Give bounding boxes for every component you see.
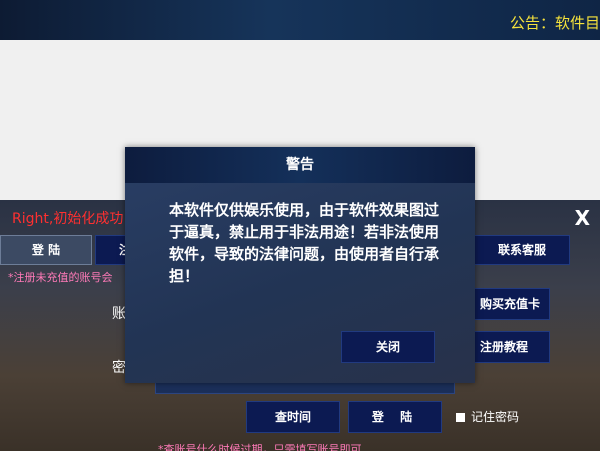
dialog-message: 本软件仅供娱乐使用，由于软件效果图过于逼真，禁止用于非法用途！若非法使用软件，导…	[169, 201, 440, 285]
check-time-button[interactable]: 查时间	[246, 401, 340, 433]
announcement-bar: 公告：软件目	[0, 0, 600, 40]
check-time-note: *查账号什么时候过期，只需填写账号即可	[158, 443, 362, 451]
remember-checkbox[interactable]	[456, 413, 465, 422]
contact-support-button[interactable]: 联系客服	[474, 235, 570, 265]
dialog-close-button[interactable]: 关闭	[341, 331, 435, 363]
login-button[interactable]: 登 陆	[348, 401, 442, 433]
buy-card-button[interactable]: 购买充值卡	[470, 288, 550, 320]
account-label: 账	[112, 306, 126, 322]
announcement-text: 公告：软件目	[509, 14, 600, 32]
password-label: 密	[112, 360, 126, 376]
warning-dialog: 警告 本软件仅供娱乐使用，由于软件效果图过于逼真，禁止用于非法用途！若非法使用软…	[125, 147, 475, 383]
dialog-title: 警告	[125, 147, 475, 183]
register-note: *注册未充值的账号会	[8, 271, 113, 284]
remember-password[interactable]: 记住密码	[456, 408, 519, 425]
status-text: Right,初始化成功	[12, 211, 124, 227]
tab-login[interactable]: 登 陆	[0, 235, 92, 265]
remember-label: 记住密码	[471, 410, 520, 424]
close-window-button[interactable]: X	[575, 206, 590, 230]
